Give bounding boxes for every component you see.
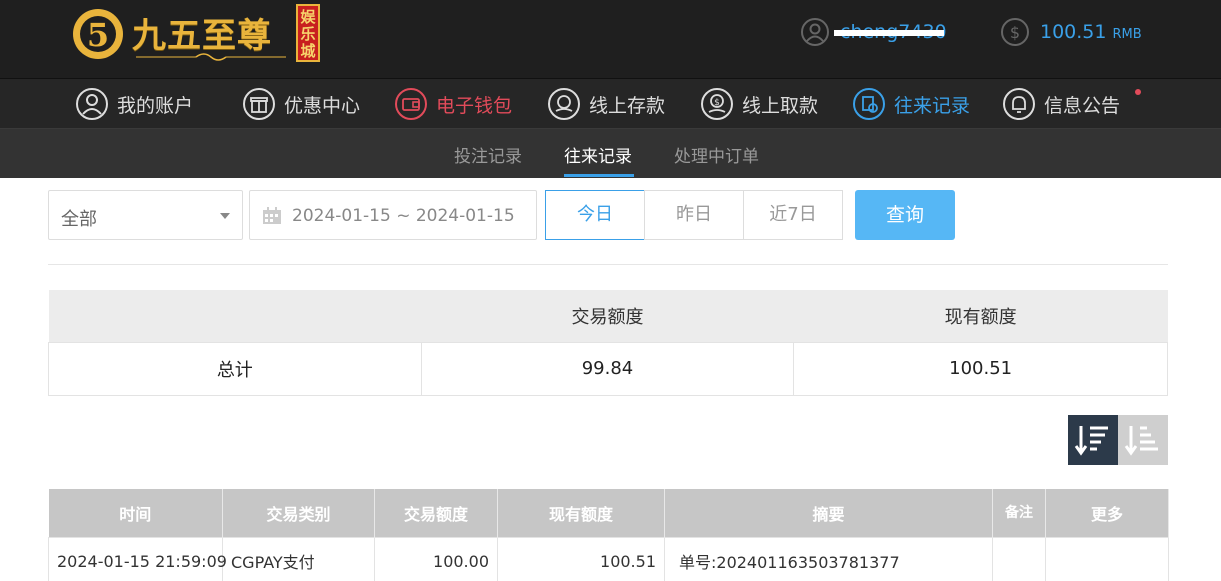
user-icon	[76, 88, 108, 120]
transactions-table: 时间 交易类别 交易额度 现有额度 摘要 备注 更多 2024-01-15 21…	[48, 489, 1169, 581]
column-header-time: 时间	[48, 489, 223, 537]
svg-text:5: 5	[87, 16, 109, 54]
svg-text:$: $	[714, 98, 720, 108]
summary-total-amount: 99.84	[420, 341, 795, 396]
username-redaction	[834, 30, 944, 36]
nav-label: 电子钱包	[436, 94, 513, 117]
withdraw-icon: $	[701, 88, 733, 120]
active-tab-indicator	[564, 174, 634, 177]
nav-label: 线上取款	[742, 94, 819, 117]
column-header-balance: 现有额度	[497, 489, 665, 537]
bell-icon	[1003, 88, 1035, 120]
table-row: 2024-01-15 21:59:09 CGPAY支付 100.00 100.5…	[48, 536, 1169, 581]
divider	[48, 264, 1168, 265]
logo-emblem-icon: 5	[73, 9, 123, 59]
calendar-icon	[263, 207, 281, 224]
nav-item-records[interactable]: 往来记录	[852, 87, 970, 121]
cell-time: 2024-01-15 21:59:09	[48, 536, 227, 581]
type-select[interactable]: 全部	[48, 190, 243, 240]
logo-sub-badge: 娱乐城	[296, 4, 320, 62]
column-header-amount: 交易额度	[374, 489, 498, 537]
cell-note	[992, 536, 1046, 581]
column-header-type: 交易类别	[222, 489, 375, 537]
date-range-text: 2024-01-15 ~ 2024-01-15	[292, 206, 515, 226]
cell-more[interactable]	[1045, 536, 1169, 581]
column-header-note: 备注	[992, 489, 1046, 537]
nav-label: 我的账户	[117, 94, 194, 117]
logo-text: 九五至尊	[132, 16, 272, 56]
logo-ornament-icon	[136, 53, 286, 61]
balance-amount: 100.51	[1040, 21, 1107, 43]
date-option-today[interactable]: 今日	[545, 190, 645, 240]
chevron-down-icon	[220, 213, 230, 219]
svg-text:$: $	[1010, 23, 1020, 42]
nav-label: 线上存款	[589, 94, 666, 117]
type-select-value: 全部	[61, 209, 97, 230]
nav-item-wallet[interactable]: 电子钱包	[394, 87, 512, 121]
sub-nav: 投注记录 往来记录 处理中订单	[0, 129, 1221, 178]
sort-ascending-icon	[1124, 426, 1158, 456]
summary-header-amount: 交易额度	[421, 290, 794, 342]
nav-item-deposit[interactable]: 线上存款	[547, 87, 665, 121]
tab-transaction-records[interactable]: 往来记录	[564, 142, 632, 167]
tab-bet-records[interactable]: 投注记录	[454, 142, 522, 167]
summary-current-amount: 100.51	[793, 341, 1168, 396]
nav-item-account[interactable]: 我的账户	[75, 87, 193, 121]
summary-total-label: 总计	[48, 341, 422, 396]
summary-total-row: 总计 99.84 100.51	[48, 341, 1168, 396]
date-option-yesterday[interactable]: 昨日	[644, 190, 744, 240]
username: cheng7430	[834, 21, 960, 43]
sort-descending-button[interactable]	[1068, 415, 1118, 465]
site-logo[interactable]: 5 九五至尊 娱乐城	[70, 2, 325, 66]
tab-pending-orders[interactable]: 处理中订单	[674, 142, 759, 167]
cell-balance: 100.51	[497, 536, 665, 581]
summary-header-empty	[48, 290, 422, 342]
nav-item-withdraw[interactable]: $ 线上取款	[700, 87, 818, 121]
record-icon	[853, 88, 885, 120]
wallet-icon	[395, 88, 427, 120]
deposit-icon	[548, 88, 580, 120]
nav-item-notices[interactable]: 信息公告	[1002, 87, 1120, 121]
currency-label: RMB	[1112, 26, 1142, 42]
query-button[interactable]: 查询	[855, 190, 955, 240]
column-header-summary: 摘要	[664, 489, 993, 537]
nav-item-promotions[interactable]: 优惠中心	[242, 87, 360, 121]
summary-header-row: 交易额度 现有额度	[48, 290, 1168, 342]
nav-label: 优惠中心	[284, 94, 361, 117]
user-info[interactable]: cheng7430	[800, 16, 960, 48]
top-header: 5 九五至尊 娱乐城 cheng7430 $ 100.51 RMB	[0, 0, 1221, 78]
dollar-icon: $	[1001, 18, 1029, 46]
balance-info: $ 100.51 RMB	[1000, 16, 1142, 48]
nav-label: 信息公告	[1044, 94, 1121, 117]
summary-header-current: 现有额度	[793, 290, 1168, 342]
table-header-row: 时间 交易类别 交易额度 现有额度 摘要 备注 更多	[48, 489, 1169, 537]
sort-ascending-button[interactable]	[1118, 415, 1168, 465]
column-header-more: 更多	[1045, 489, 1169, 537]
gift-icon	[243, 88, 275, 120]
notification-dot	[1135, 89, 1141, 95]
cell-type: CGPAY支付	[222, 536, 375, 581]
cell-summary: 单号:202401163503781377	[664, 536, 993, 581]
main-nav: 我的账户 优惠中心 电子钱包 线上存款 $ 线上取款 往来记录 信息公告	[0, 78, 1221, 129]
sort-descending-icon	[1074, 426, 1108, 456]
date-option-last7days[interactable]: 近7日	[743, 190, 843, 240]
user-icon	[801, 18, 829, 46]
cell-amount: 100.00	[374, 536, 498, 581]
date-range-input[interactable]: 2024-01-15 ~ 2024-01-15	[249, 190, 537, 240]
nav-label: 往来记录	[894, 94, 971, 117]
summary-table: 交易额度 现有额度 总计 99.84 100.51	[48, 290, 1168, 396]
